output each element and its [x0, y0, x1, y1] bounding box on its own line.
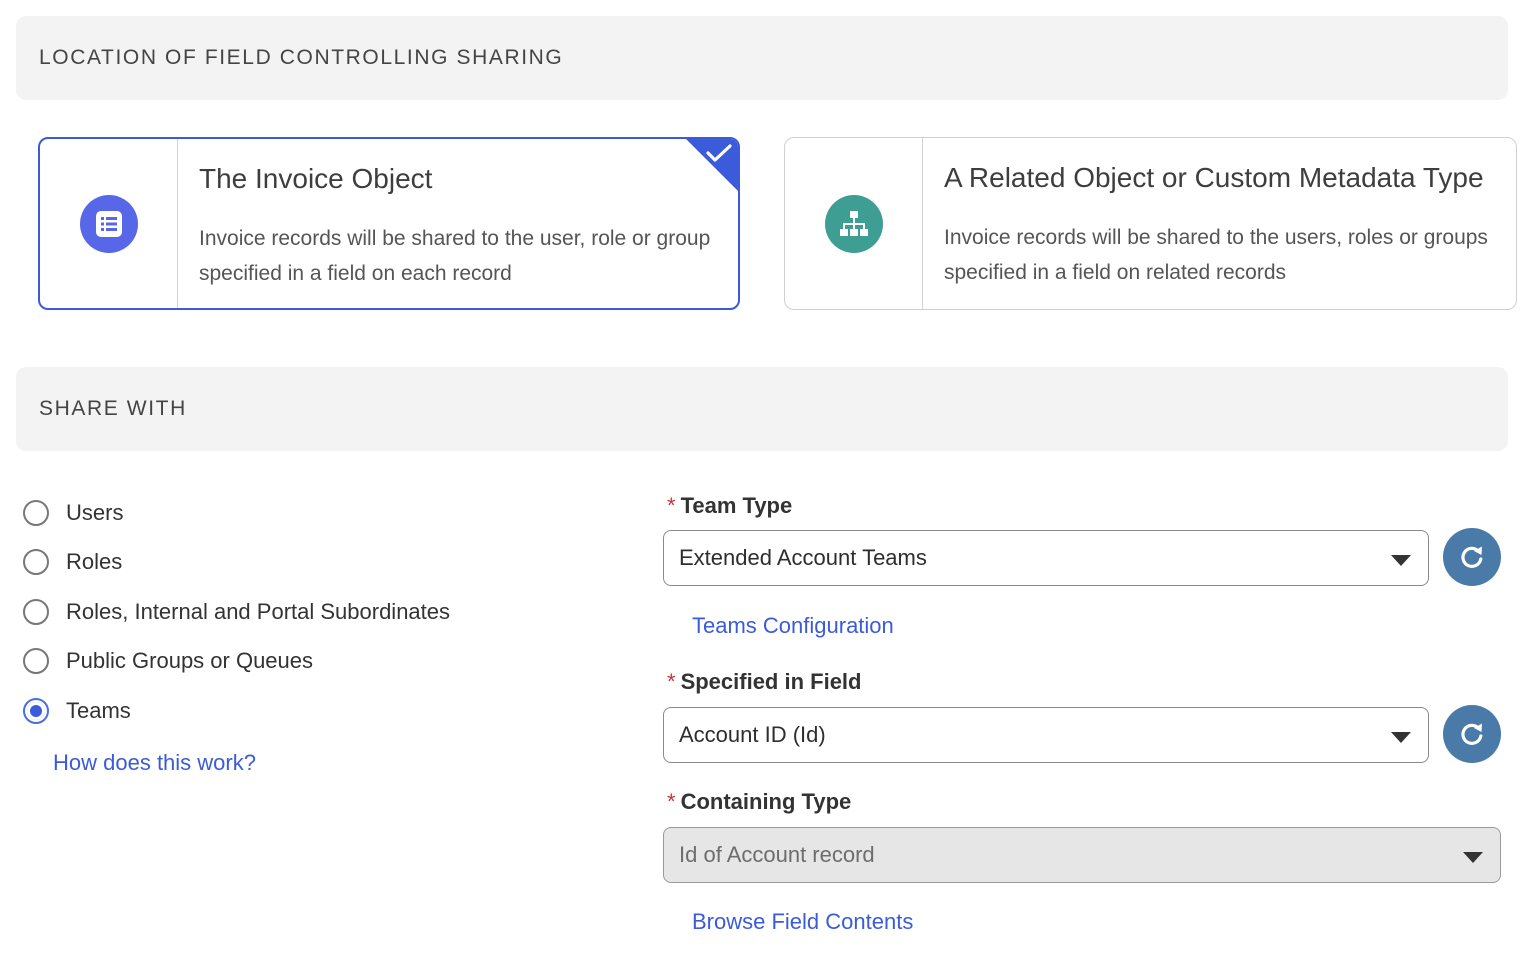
- card-description: Invoice records will be shared to the us…: [944, 226, 1488, 284]
- refresh-icon: [1461, 723, 1483, 745]
- containing-type-select[interactable]: Id of Account record: [663, 827, 1501, 883]
- team-type-value: Extended Account Teams: [679, 545, 927, 570]
- team-type-label-text: Team Type: [680, 493, 793, 518]
- share-with-radio-group: Users Roles Roles, Internal and Portal S…: [22, 488, 450, 736]
- radio-option-roles-subordinates[interactable]: Roles, Internal and Portal Subordinates: [22, 587, 450, 637]
- containing-type-label: * Containing Type: [667, 789, 851, 815]
- specified-in-field-select[interactable]: Account ID (Id): [663, 707, 1429, 763]
- card-description: Invoice records will be shared to the us…: [199, 227, 711, 285]
- specified-in-field-refresh-button[interactable]: [1443, 705, 1501, 763]
- browse-field-contents-link[interactable]: Browse Field Contents: [692, 909, 913, 935]
- containing-type-label-text: Containing Type: [680, 789, 852, 814]
- radio-label: Roles, Internal and Portal Subordinates: [66, 598, 451, 624]
- radio-label: Teams: [66, 697, 131, 723]
- card-title: The Invoice Object: [199, 163, 433, 194]
- share-with-section-title: SHARE WITH: [39, 397, 187, 420]
- radio-button[interactable]: [23, 648, 49, 675]
- related-object-card[interactable]: A Related Object or Custom Metadata Type…: [784, 137, 1517, 310]
- card-title: A Related Object or Custom Metadata Type: [944, 162, 1484, 193]
- radio-label: Public Groups or Queues: [66, 648, 314, 674]
- hierarchy-icon: [824, 194, 883, 253]
- chevron-down-icon: [1463, 852, 1483, 863]
- radio-button[interactable]: [23, 499, 49, 526]
- required-mark: *: [667, 789, 676, 814]
- required-mark: *: [667, 669, 676, 694]
- card-icon-column: [40, 139, 178, 308]
- radio-label: Users: [66, 499, 124, 525]
- specified-in-field-value: Account ID (Id): [679, 722, 826, 747]
- invoice-object-card[interactable]: The Invoice Object Invoice records will …: [38, 137, 740, 310]
- containing-type-value: Id of Account record: [679, 842, 875, 867]
- radio-button[interactable]: [23, 598, 49, 625]
- radio-button[interactable]: [23, 549, 49, 576]
- teams-configuration-link[interactable]: Teams Configuration: [692, 613, 894, 639]
- share-with-section-header: SHARE WITH: [16, 367, 1508, 451]
- radio-label: Roles: [66, 549, 123, 575]
- location-section-title: LOCATION OF FIELD CONTROLLING SHARING: [39, 46, 564, 69]
- radio-button-selected[interactable]: [23, 697, 49, 724]
- required-mark: *: [667, 493, 676, 518]
- how-does-this-work-link[interactable]: How does this work?: [53, 750, 256, 776]
- list-icon: [79, 194, 138, 253]
- team-type-refresh-button[interactable]: [1443, 528, 1501, 586]
- location-section-header: LOCATION OF FIELD CONTROLLING SHARING: [16, 16, 1508, 100]
- team-type-select[interactable]: Extended Account Teams: [663, 530, 1429, 586]
- radio-option-teams[interactable]: Teams: [22, 686, 450, 736]
- specified-in-field-label-text: Specified in Field: [680, 669, 862, 694]
- refresh-icon: [1461, 546, 1483, 568]
- radio-option-roles[interactable]: Roles: [22, 538, 450, 588]
- radio-option-public-groups[interactable]: Public Groups or Queues: [22, 637, 450, 687]
- card-icon-column: [785, 138, 923, 309]
- chevron-down-icon: [1391, 555, 1411, 566]
- selected-check-icon: [686, 139, 738, 191]
- radio-option-users[interactable]: Users: [22, 488, 450, 538]
- chevron-down-icon: [1391, 732, 1411, 743]
- specified-in-field-label: * Specified in Field: [667, 669, 861, 695]
- team-type-label: * Team Type: [667, 493, 792, 519]
